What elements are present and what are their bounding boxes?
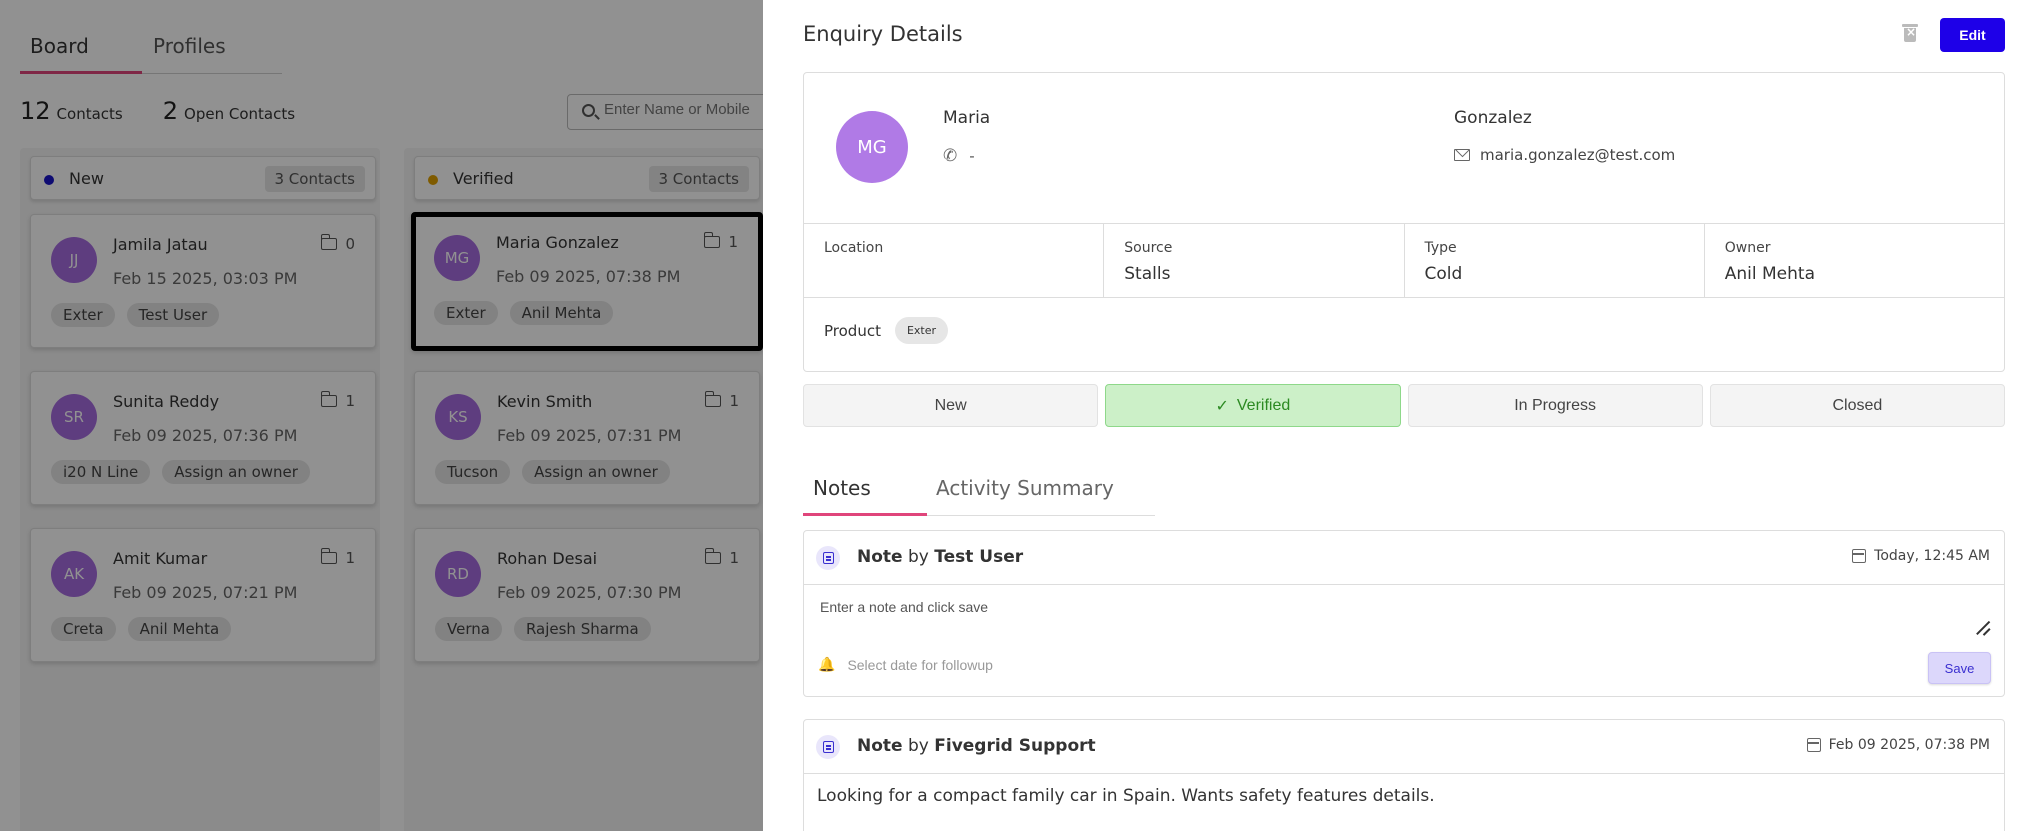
phone-value: - (969, 147, 975, 165)
phone-icon: ✆ (943, 146, 958, 166)
note-by-word: by (907, 736, 929, 756)
product-label: Product (824, 321, 881, 340)
contact-profile: MG Maria Gonzalez ✆ - maria.gonzalez@tes… (803, 72, 2005, 372)
first-name: Maria (943, 108, 991, 128)
note-author-name: Test User (934, 547, 1024, 567)
note-author: Note by Test User (857, 547, 1023, 567)
note-date: Feb 09 2025, 07:38 PM (1806, 737, 1990, 753)
note-card: Note by Fivegrid Support Feb 09 2025, 07… (803, 719, 2005, 831)
status-closed-button[interactable]: Closed (1709, 384, 2005, 427)
followup-date-picker[interactable]: 🔔 Select date for followup (818, 656, 993, 673)
email-value[interactable]: maria.gonzalez@test.com (1480, 146, 1675, 164)
status-in-progress-button[interactable]: In Progress (1407, 384, 1703, 427)
info-owner: Owner Anil Mehta (1705, 224, 2004, 297)
note-author-name: Fivegrid Support (934, 736, 1096, 756)
note-author: Note by Fivegrid Support (857, 736, 1096, 756)
modal-backdrop[interactable] (0, 0, 763, 831)
new-note-card: Note by Test User Today, 12:45 AM 🔔 Sele… (803, 530, 2005, 697)
note-prefix: Note (857, 736, 903, 756)
check-icon: ✓ (1215, 397, 1229, 415)
followup-placeholder: Select date for followup (847, 656, 993, 673)
info-value: Stalls (1124, 264, 1171, 284)
mail-icon (1454, 149, 1470, 161)
tab-notes[interactable]: Notes (813, 476, 871, 500)
status-label: Verified (1236, 396, 1291, 414)
active-tab-indicator (803, 513, 927, 516)
note-by-word: by (907, 547, 929, 567)
note-date-value: Feb 09 2025, 07:38 PM (1828, 737, 1990, 753)
note-header: Note by Fivegrid Support Feb 09 2025, 07… (804, 720, 2004, 774)
tab-activity-summary[interactable]: Activity Summary (936, 476, 1114, 500)
info-value (824, 264, 1083, 284)
info-value: Cold (1424, 264, 1463, 284)
save-note-button[interactable]: Save (1928, 652, 1991, 684)
note-header: Note by Test User Today, 12:45 AM (804, 531, 2004, 585)
info-label: Owner (1724, 240, 1771, 256)
info-value: Anil Mehta (1724, 264, 1815, 284)
info-label: Location (824, 240, 884, 256)
enquiry-details-drawer: Enquiry Details Edit MG Maria Gonzalez ✆… (763, 0, 2039, 831)
info-label: Type (1424, 240, 1457, 256)
delete-icon[interactable] (1902, 24, 1918, 42)
note-date: Today, 12:45 AM (1852, 548, 1990, 564)
status-new-button[interactable]: New (803, 384, 1099, 427)
bell-icon: 🔔 (818, 656, 836, 672)
info-type: Type Cold (1405, 224, 1705, 297)
note-prefix: Note (857, 547, 903, 567)
avatar: MG (836, 111, 908, 183)
note-date-value: Today, 12:45 AM (1874, 548, 1990, 564)
info-row: Location Source Stalls Type Cold Owner A… (804, 223, 2004, 298)
notes-tabs: Notes Activity Summary (803, 462, 1155, 516)
resize-handle-icon[interactable] (1976, 621, 1990, 635)
status-selector: New ✓ Verified In Progress Closed (803, 384, 2005, 427)
product-chip: Exter (894, 317, 949, 344)
info-label: Source (1124, 240, 1173, 256)
phone-row: ✆ - (943, 146, 975, 166)
status-verified-button[interactable]: ✓ Verified (1105, 384, 1401, 427)
info-location: Location (804, 224, 1105, 297)
note-icon (816, 546, 840, 570)
status-label: New (934, 396, 967, 414)
drawer-title: Enquiry Details (803, 22, 963, 46)
calendar-icon (1852, 549, 1867, 563)
note-body: Looking for a compact family car in Spai… (817, 786, 1435, 806)
calendar-icon (1806, 738, 1821, 752)
edit-button[interactable]: Edit (1940, 18, 2005, 52)
status-label: In Progress (1514, 396, 1597, 414)
status-label: Closed (1832, 396, 1883, 414)
note-icon (816, 735, 840, 759)
note-input[interactable] (820, 599, 1970, 639)
last-name: Gonzalez (1454, 108, 1532, 128)
email-row: maria.gonzalez@test.com (1454, 146, 1675, 164)
product-row: Product Exter (824, 317, 949, 344)
info-source: Source Stalls (1104, 224, 1405, 297)
